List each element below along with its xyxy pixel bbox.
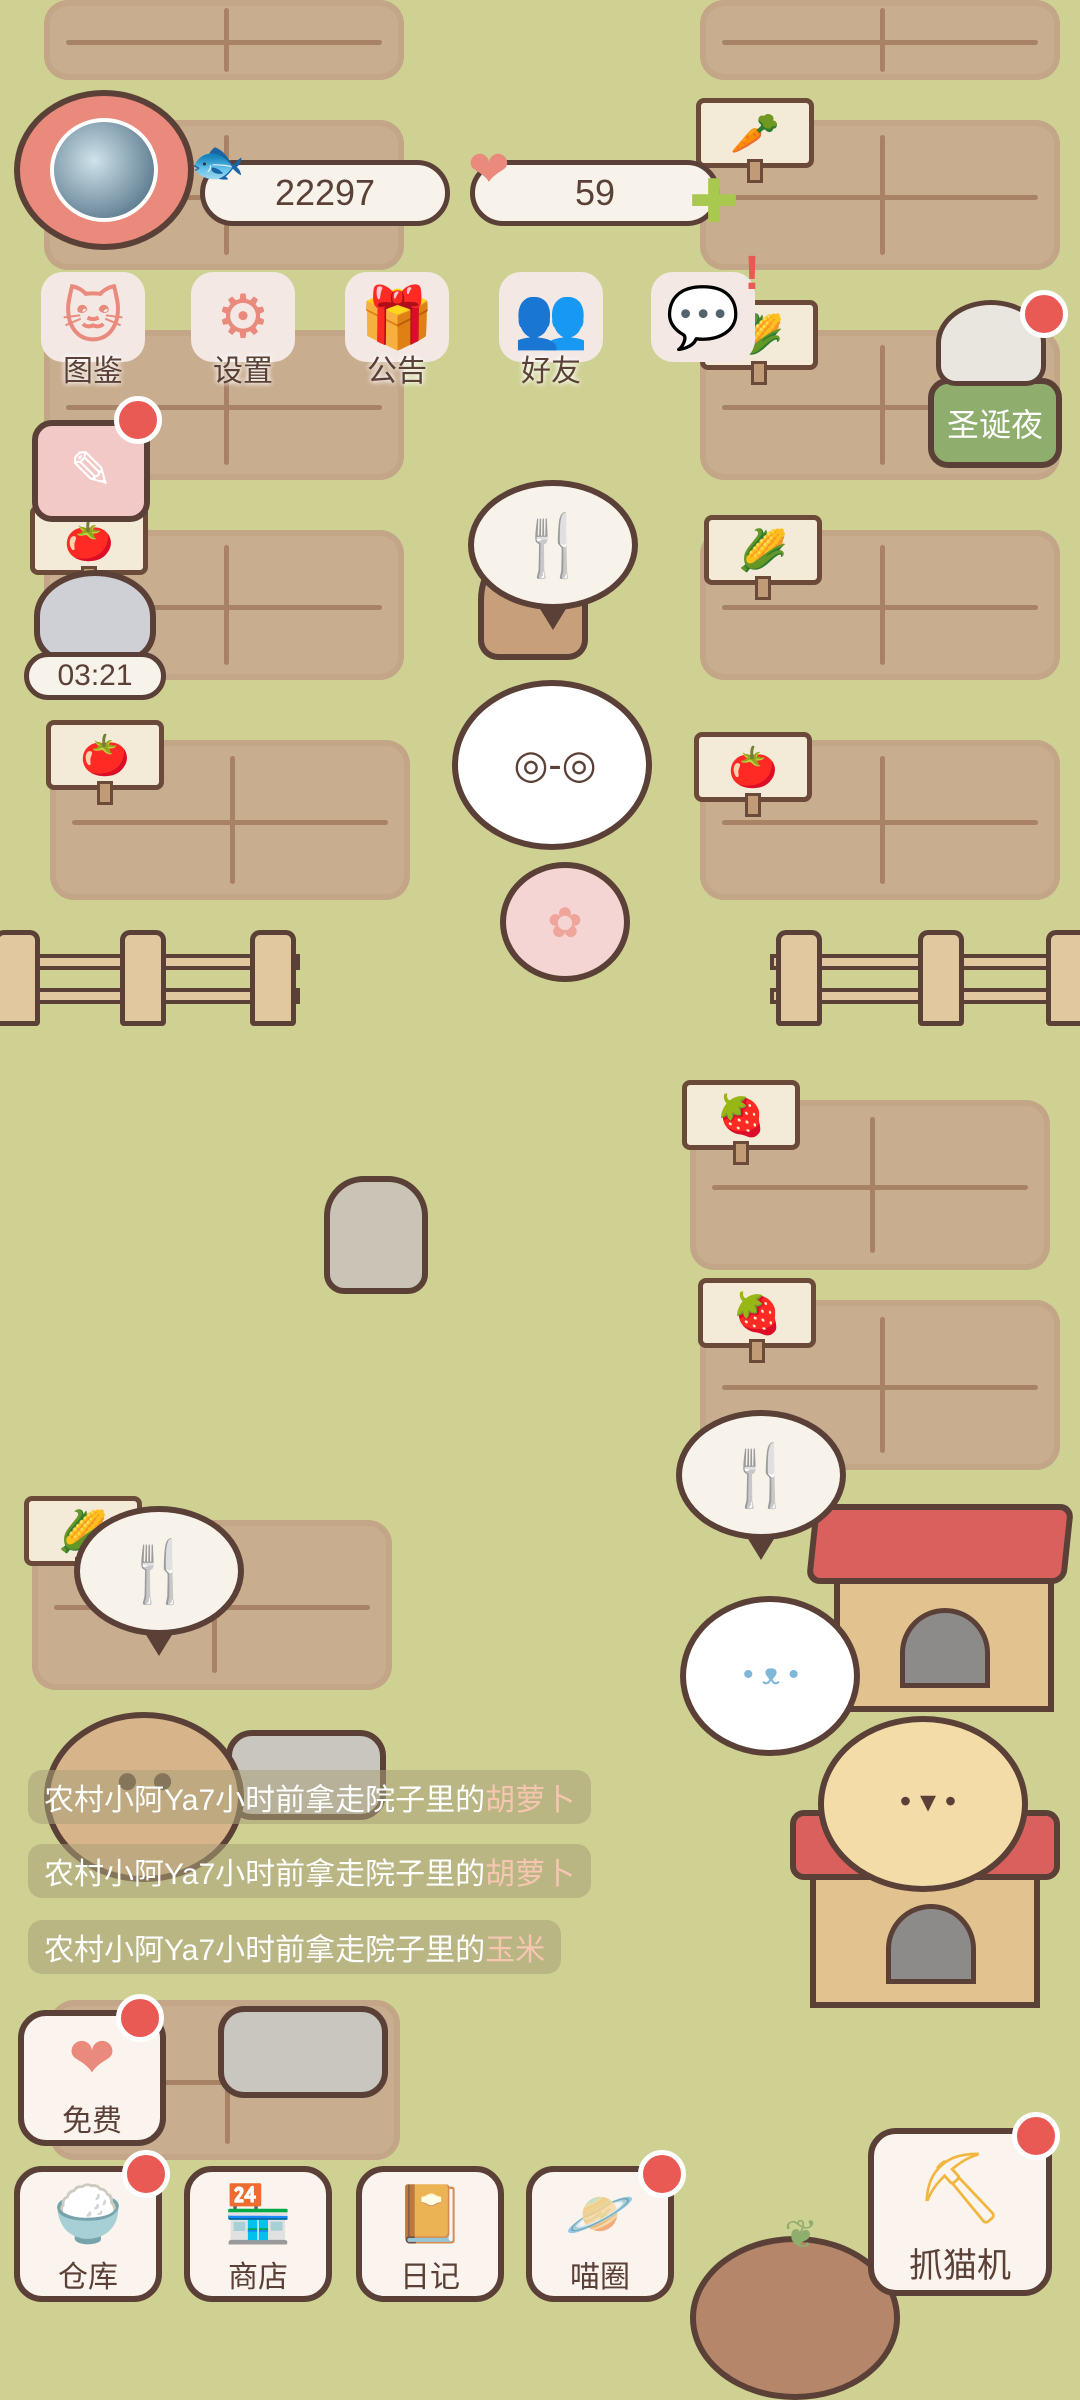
- crop-sign-strawberry[interactable]: 🍓: [698, 1278, 816, 1348]
- crop-sign-corn[interactable]: 🌽: [704, 515, 822, 585]
- notification-dot: [638, 2150, 686, 2198]
- settings-button[interactable]: ⚙ 设置: [178, 272, 308, 388]
- golden-puppy[interactable]: • ▾ •: [818, 1716, 1028, 1892]
- tomato-icon: 🍅: [64, 518, 114, 563]
- stone-bench[interactable]: [218, 2006, 388, 2098]
- christmas-event-button[interactable]: 圣诞夜: [928, 378, 1062, 468]
- farm-plot[interactable]: [700, 0, 1060, 80]
- friends-button[interactable]: 👥 好友: [486, 272, 616, 388]
- crop-sign-strawberry[interactable]: 🍓: [682, 1080, 800, 1150]
- food-request-bubble[interactable]: 🍴: [676, 1410, 846, 1540]
- watering-can[interactable]: ✿: [500, 862, 630, 982]
- fork-spoon-icon: 🍴: [515, 511, 591, 579]
- white-cat-with-glasses[interactable]: ◎-◎: [452, 680, 652, 850]
- shop-button[interactable]: 🏪 商店: [184, 2166, 332, 2302]
- crop-sign-carrot[interactable]: 🥕: [696, 98, 814, 168]
- event-timer: 03:21: [24, 652, 166, 700]
- pencil-icon: ✎: [69, 442, 113, 500]
- notification-dot: [114, 396, 162, 444]
- player-avatar[interactable]: [14, 90, 194, 250]
- activity-feed-item: 农村小阿Ya7小时前拿走院子里的 胡萝卜: [28, 1844, 592, 1898]
- crop-sign-tomato[interactable]: 🍅: [694, 732, 812, 802]
- food-request-bubble[interactable]: 🍴: [468, 480, 638, 610]
- notification-dot: [116, 1994, 164, 2042]
- notification-dot: [1020, 290, 1068, 338]
- heart-count: 59: [574, 172, 616, 213]
- glasses-icon: ◎-◎: [513, 743, 597, 787]
- notice-button[interactable]: 🎁 公告: [332, 272, 462, 388]
- catalog-button[interactable]: 🐱 图鉴: [28, 272, 158, 388]
- white-bear-cat[interactable]: • ᴥ •: [680, 1596, 860, 1756]
- farm-plot[interactable]: [44, 0, 404, 80]
- carrot-icon: 🥕: [730, 111, 780, 156]
- tomato-icon: 🍅: [80, 733, 130, 778]
- alert-exclamation-icon: !: [744, 247, 760, 300]
- avatar-image: [50, 118, 158, 222]
- notification-dot: [1012, 2112, 1060, 2160]
- strawberry-icon: 🍓: [716, 1093, 766, 1138]
- shop-icon: 🏪: [223, 2182, 293, 2245]
- diary-book-icon: 📔: [395, 2182, 465, 2245]
- strawberry-icon: 🍓: [732, 1291, 782, 1336]
- diary-button[interactable]: 📔 日记: [356, 2166, 504, 2302]
- corn-icon: 🌽: [738, 528, 788, 573]
- fish-icon: 🐟: [190, 138, 245, 187]
- fork-spoon-icon: 🍴: [723, 1441, 799, 1509]
- fence-left: [0, 930, 310, 1026]
- food-request-bubble[interactable]: 🍴: [74, 1506, 244, 1636]
- fence-right: [770, 930, 1080, 1026]
- notification-dot: [122, 2150, 170, 2198]
- tomato-icon: 🍅: [728, 745, 778, 790]
- fork-spoon-icon: 🍴: [121, 1537, 197, 1605]
- event-label: 圣诞夜: [946, 407, 1043, 443]
- mouse-event-icon[interactable]: [34, 570, 156, 662]
- plus-icon[interactable]: ✚: [684, 172, 744, 232]
- heart-icon: ❤: [468, 141, 510, 197]
- chat-bubbles-icon: 💬: [651, 272, 755, 362]
- activity-feed-item: 农村小阿Ya7小时前拿走院子里的 玉米: [28, 1920, 562, 1974]
- activity-feed-item: 农村小阿Ya7小时前拿走院子里的 胡萝卜: [28, 1770, 592, 1824]
- crop-sign-tomato[interactable]: 🍅: [46, 720, 164, 790]
- fish-count: 22297: [274, 172, 376, 213]
- stone-lantern[interactable]: [324, 1176, 428, 1294]
